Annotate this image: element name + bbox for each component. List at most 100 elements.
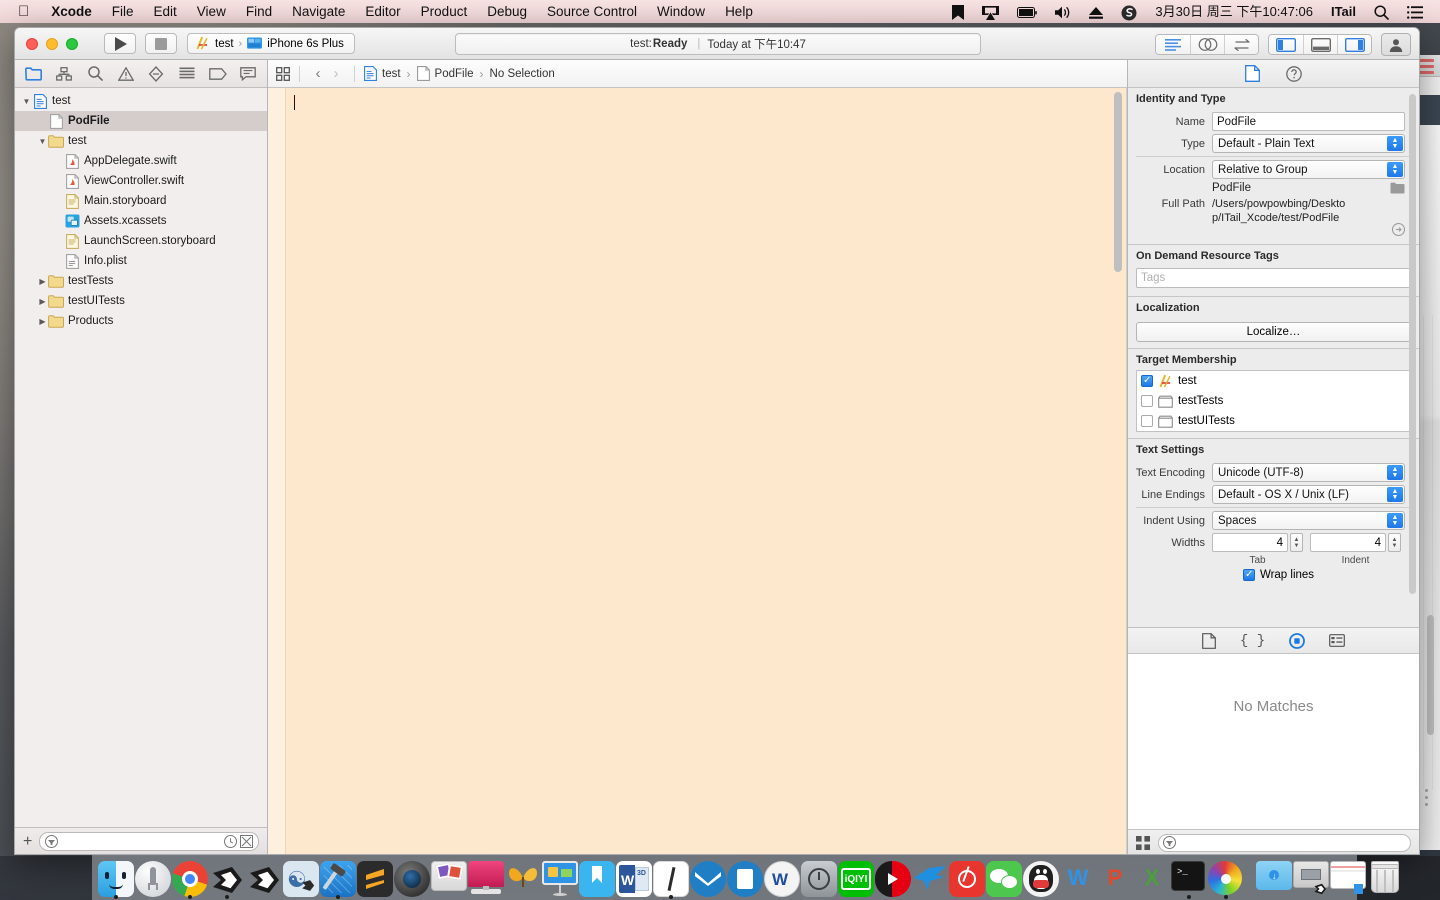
dock-item-unity[interactable] — [209, 857, 245, 897]
toggle-debug-area-button[interactable] — [1303, 35, 1337, 54]
menu-item-xcode[interactable]: Xcode — [41, 0, 102, 23]
menu-item-help[interactable]: Help — [715, 0, 763, 23]
bookmark-icon[interactable] — [943, 0, 973, 23]
dock-item-sublime-text[interactable] — [357, 857, 393, 897]
menu-item-window[interactable]: Window — [647, 0, 715, 23]
target-row-testTests[interactable]: testTests — [1137, 391, 1410, 411]
back-button[interactable]: ‹ — [309, 65, 327, 82]
dock-item-microsoft-word[interactable]: W3D — [616, 857, 652, 897]
chevron-down-icon[interactable]: ▼ — [37, 137, 48, 146]
battery-icon[interactable] — [1008, 0, 1046, 23]
dock-item-netease-music[interactable] — [949, 857, 985, 897]
breadcrumb-project[interactable]: test — [364, 66, 401, 81]
standard-editor-button[interactable] — [1156, 35, 1190, 54]
forward-button[interactable]: › — [327, 65, 345, 82]
library-filter-field[interactable] — [1158, 834, 1411, 852]
target-row-test[interactable]: test — [1137, 371, 1410, 391]
tree-row-testuitests[interactable]: ▶testUITests — [15, 291, 267, 311]
report-navigator-tab[interactable] — [233, 62, 263, 86]
file-inspector-tab[interactable] — [1245, 65, 1260, 82]
close-button[interactable] — [26, 38, 38, 50]
tab-width-input[interactable]: 4 — [1212, 533, 1288, 552]
dock-item-camera-raw[interactable] — [394, 857, 430, 897]
assistant-editor-button[interactable] — [1190, 35, 1224, 54]
source-editor[interactable] — [268, 88, 1127, 855]
quick-help-inspector-tab[interactable] — [1286, 66, 1302, 82]
add-button[interactable]: + — [23, 836, 32, 848]
menu-item-file[interactable]: File — [102, 0, 144, 23]
menu-item-source-control[interactable]: Source Control — [537, 0, 647, 23]
notification-center-icon[interactable] — [1398, 0, 1432, 23]
eject-icon[interactable] — [1080, 0, 1112, 23]
minimize-button[interactable] — [46, 38, 58, 50]
odr-tags-input[interactable]: Tags — [1136, 268, 1411, 288]
breakpoint-navigator-tab[interactable] — [203, 62, 233, 86]
dock-item-unity-document[interactable] — [1293, 857, 1329, 897]
run-button[interactable] — [104, 33, 136, 54]
tree-row-assets-xcassets[interactable]: Assets.xcassets — [15, 211, 267, 231]
tree-row-main-storyboard[interactable]: Main.storyboard — [15, 191, 267, 211]
dock-item-keynote[interactable] — [542, 857, 578, 897]
choose-folder-icon[interactable] — [1390, 182, 1405, 194]
user-account-button[interactable] — [1381, 33, 1411, 56]
debug-navigator-tab[interactable] — [172, 62, 202, 86]
target-checkbox[interactable] — [1141, 375, 1153, 387]
apple-menu-icon[interactable]:  — [8, 2, 41, 22]
wrap-lines-checkbox[interactable] — [1243, 569, 1255, 581]
text-encoding-popup[interactable]: Unicode (UTF-8) ▲▼ — [1212, 463, 1405, 482]
target-membership-list[interactable]: test testTests testUITests — [1136, 370, 1411, 432]
stop-button[interactable] — [145, 33, 177, 54]
dock-item-powerpoint-alt[interactable]: P — [1097, 857, 1133, 897]
breadcrumb-selection[interactable]: No Selection — [490, 68, 555, 80]
dock-item-color-wheel-app[interactable] — [1208, 857, 1244, 897]
symbol-navigator-tab[interactable] — [50, 62, 80, 86]
tree-row-info-plist[interactable]: Info.plist — [15, 251, 267, 271]
tree-row-viewcontroller-swift[interactable]: ViewController.swift — [15, 171, 267, 191]
scheme-selector[interactable]: test › iPhone 6s Plus — [187, 33, 355, 54]
menu-item-editor[interactable]: Editor — [355, 0, 410, 23]
test-navigator-tab[interactable] — [142, 62, 172, 86]
tree-row-products[interactable]: ▶Products — [15, 311, 267, 331]
background-window-scrollbar[interactable] — [1427, 615, 1434, 735]
menu-item-debug[interactable]: Debug — [477, 0, 537, 23]
spotlight-search-icon[interactable] — [1365, 0, 1398, 23]
location-popup[interactable]: Relative to Group ▲▼ — [1212, 160, 1405, 179]
line-endings-popup[interactable]: Default - OS X / Unix (LF) ▲▼ — [1212, 485, 1405, 504]
dock-item-terminal[interactable]: >_ — [1171, 857, 1207, 897]
tree-row-test[interactable]: ▼test — [15, 131, 267, 151]
airplay-icon[interactable] — [973, 0, 1008, 23]
chevron-right-icon[interactable]: ▶ — [37, 297, 48, 306]
tree-row-test[interactable]: ▼test — [15, 91, 267, 111]
chevron-right-icon[interactable]: ▶ — [37, 277, 48, 286]
code-snippet-library-tab[interactable]: { } — [1240, 633, 1265, 649]
indent-width-input[interactable]: 4 — [1310, 533, 1386, 552]
inspector-scrollbar[interactable] — [1409, 94, 1416, 594]
menu-item-find[interactable]: Find — [236, 0, 282, 23]
name-input[interactable]: PodFile — [1212, 112, 1405, 131]
tree-row-launchscreen-storyboard[interactable]: LaunchScreen.storyboard — [15, 231, 267, 251]
dock-item-wechat[interactable] — [986, 857, 1022, 897]
tree-row-testtests[interactable]: ▶testTests — [15, 271, 267, 291]
dock-item-document-window[interactable] — [1330, 857, 1366, 897]
target-checkbox[interactable] — [1141, 415, 1153, 427]
project-tree[interactable]: ▼testPodFile▼testAppDelegate.swiftViewCo… — [15, 88, 267, 827]
find-navigator-tab[interactable] — [80, 62, 110, 86]
dock-item-qq[interactable] — [1023, 857, 1059, 897]
indent-width-stepper[interactable]: 4 ▲▼ — [1310, 533, 1401, 552]
dock-item-xcode[interactable] — [320, 857, 356, 897]
media-library-tab[interactable] — [1329, 634, 1345, 647]
dock-item-excel-alt[interactable]: X — [1134, 857, 1170, 897]
menu-item-navigate[interactable]: Navigate — [282, 0, 355, 23]
localize-button[interactable]: Localize… — [1136, 322, 1411, 342]
dock-item-notes-editor[interactable] — [653, 857, 689, 897]
dock-item-launchpad[interactable] — [135, 857, 171, 897]
target-row-testUITests[interactable]: testUITests — [1137, 411, 1410, 431]
menubar-username[interactable]: ITail — [1322, 0, 1365, 23]
indent-width-stepper-buttons[interactable]: ▲▼ — [1388, 533, 1401, 552]
volume-icon[interactable] — [1046, 0, 1080, 23]
tree-row-appdelegate-swift[interactable]: AppDelegate.swift — [15, 151, 267, 171]
dock-item-thunderbird[interactable] — [912, 857, 948, 897]
dock-item-google-chrome[interactable] — [172, 857, 208, 897]
menu-item-edit[interactable]: Edit — [144, 0, 187, 23]
dock-item-iqiyi[interactable]: iQIYI — [838, 857, 874, 897]
